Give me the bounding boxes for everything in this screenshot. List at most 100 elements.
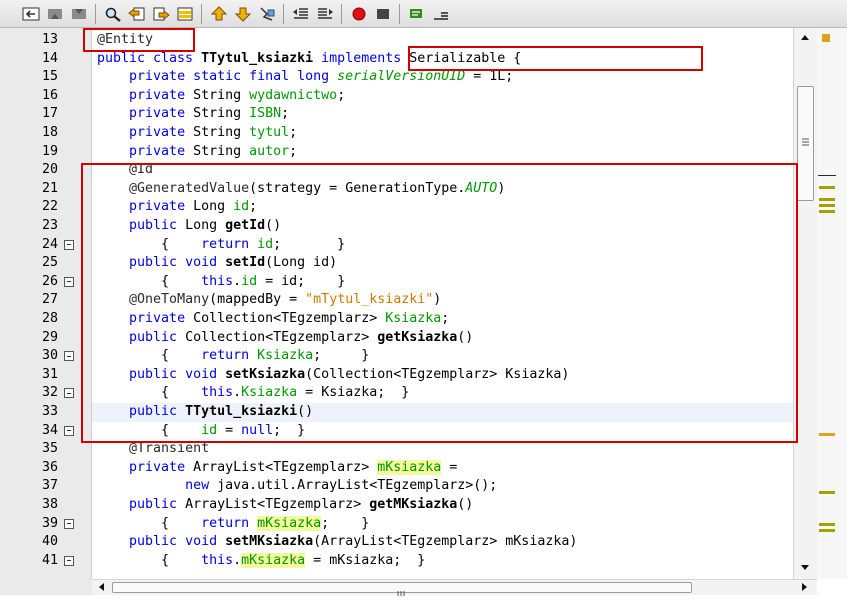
horizontal-scroll-thumb[interactable]	[112, 582, 692, 596]
code-line[interactable]: { return id; }	[92, 236, 345, 255]
grip-icon	[802, 138, 809, 146]
line-number: 23	[41, 218, 58, 233]
next-edit-button[interactable]	[68, 4, 89, 24]
comment-button[interactable]	[406, 4, 427, 24]
uncomment-button[interactable]	[430, 4, 451, 24]
code-line[interactable]: private ArrayList<TEgzemplarz> mKsiazka …	[92, 459, 457, 478]
code-line[interactable]: public Long getId()	[92, 217, 281, 236]
code-line[interactable]: public ArrayList<TEgzemplarz> getMKsiazk…	[92, 496, 473, 515]
error-stripe[interactable]	[817, 28, 847, 579]
code-line[interactable]: private String autor;	[92, 143, 297, 162]
line-number: 20	[41, 162, 58, 178]
code-line[interactable]: private Long id;	[92, 198, 257, 217]
shift-right-button[interactable]	[314, 4, 335, 24]
previous-edit-button[interactable]	[44, 4, 65, 24]
code-area[interactable]: @Entity public class TTytul_ksiazki imple…	[92, 28, 793, 579]
code-token: {	[97, 422, 202, 438]
code-line[interactable]: { id = null; }	[92, 422, 305, 441]
code-token: (Collection<TEgzemplarz> Ksiazka)	[305, 366, 570, 382]
fold-toggle-icon[interactable]	[64, 351, 74, 362]
code-editor[interactable]: 13 14 15 16 17 18 19 20 21 22 23 24 25 26 27 28 29 30 31 32…	[0, 28, 847, 596]
code-line[interactable]: public class TTytul_ksiazki implements S…	[92, 50, 521, 69]
stop-macro-icon	[376, 9, 389, 19]
stripe-change-marker[interactable]	[819, 491, 835, 494]
code-line[interactable]: { return mKsiazka; }	[92, 515, 369, 534]
code-line[interactable]: public void setMKsiazka(ArrayList<TEgzem…	[92, 533, 577, 552]
start-macro-button[interactable]	[348, 4, 369, 24]
fold-toggle-icon[interactable]	[64, 388, 74, 399]
scroll-up-arrow-icon[interactable]	[794, 30, 816, 44]
code-token: )	[497, 180, 506, 196]
code-line[interactable]: @OneToMany(mappedBy = "mTytul_ksiazki")	[92, 291, 441, 310]
code-token: return	[201, 236, 258, 252]
code-line[interactable]: { return Ksiazka; }	[92, 347, 369, 366]
code-line[interactable]: new java.util.ArrayList<TEgzemplarz>();	[92, 477, 497, 496]
fold-toggle-icon[interactable]	[64, 239, 74, 250]
code-line[interactable]: private String tytul;	[92, 124, 297, 143]
comment-icon	[409, 9, 422, 18]
code-line[interactable]: @Transient	[92, 440, 209, 459]
back-history-button[interactable]	[20, 4, 41, 24]
code-token: mKsiazka	[377, 459, 442, 475]
code-line[interactable]: @GeneratedValue(strategy = GenerationTyp…	[92, 180, 505, 199]
code-token: =	[217, 422, 242, 438]
scroll-down-arrow-icon[interactable]	[794, 561, 816, 575]
code-line[interactable]: public Collection<TEgzemplarz> getKsiazk…	[92, 329, 473, 348]
code-line[interactable]: private String wydawnictwo;	[92, 87, 345, 106]
fold-toggle-icon[interactable]	[64, 555, 74, 566]
toggle-bookmark-button[interactable]	[256, 4, 277, 24]
code-line[interactable]: public TTytul_ksiazki()	[92, 403, 793, 422]
vertical-scrollbar[interactable]	[793, 28, 817, 579]
code-token: @Transient	[129, 441, 210, 457]
next-bookmark-button[interactable]	[232, 4, 253, 24]
stripe-warning-marker[interactable]	[819, 433, 835, 436]
code-line[interactable]: private Collection<TEgzemplarz> Ksiazka;	[92, 310, 449, 329]
toggle-highlight-button[interactable]	[174, 4, 195, 24]
code-line[interactable]: private String ISBN;	[92, 105, 289, 124]
code-token: tytul	[249, 125, 290, 140]
shift-left-button[interactable]	[290, 4, 311, 24]
stripe-change-marker[interactable]	[819, 198, 835, 201]
line-number: 40	[41, 534, 58, 550]
scroll-right-arrow-icon[interactable]	[797, 580, 811, 594]
stripe-change-marker[interactable]	[819, 204, 835, 207]
find-next-button[interactable]	[150, 4, 171, 24]
stripe-change-marker[interactable]	[819, 523, 835, 526]
code-token: {	[97, 385, 202, 401]
code-line[interactable]: public void setKsiazka(Collection<TEgzem…	[92, 366, 569, 385]
previous-edit-icon	[47, 9, 62, 19]
code-line[interactable]: { this.Ksiazka = Ksiazka; }	[92, 384, 409, 403]
previous-bookmark-button[interactable]	[208, 4, 229, 24]
fold-toggle-icon[interactable]	[64, 518, 74, 529]
stripe-change-marker[interactable]	[819, 210, 835, 213]
scroll-left-arrow-icon[interactable]	[95, 580, 109, 594]
code-token: = 1L;	[465, 69, 514, 85]
stop-macro-button[interactable]	[372, 4, 393, 24]
find-previous-button[interactable]	[126, 4, 147, 24]
stripe-change-marker[interactable]	[819, 529, 835, 532]
code-token: id	[233, 199, 250, 215]
find-button[interactable]	[102, 4, 123, 24]
code-line[interactable]: { this.id = id; }	[92, 273, 345, 292]
vertical-scroll-thumb[interactable]	[797, 86, 814, 201]
horizontal-scrollbar[interactable]	[92, 579, 817, 596]
fold-toggle-icon[interactable]	[64, 276, 74, 287]
stripe-status-marker[interactable]	[822, 34, 830, 42]
line-number: 27	[41, 292, 58, 308]
code-line[interactable]: @Entity	[92, 31, 153, 50]
toolbar-buttons	[20, 3, 454, 25]
code-token: new	[185, 478, 218, 494]
line-number: 41	[41, 552, 58, 568]
line-number: 32	[41, 385, 58, 401]
code-token: @Entity	[97, 32, 154, 47]
stripe-change-marker[interactable]	[819, 186, 835, 189]
fold-toggle-icon[interactable]	[64, 425, 74, 436]
code-line[interactable]: private static final long serialVersionU…	[92, 68, 513, 87]
code-line[interactable]: @Id	[92, 161, 153, 180]
code-line[interactable]: { this.mKsiazka = mKsiazka; }	[92, 552, 425, 571]
code-line[interactable]: public void setId(Long id)	[92, 254, 337, 273]
